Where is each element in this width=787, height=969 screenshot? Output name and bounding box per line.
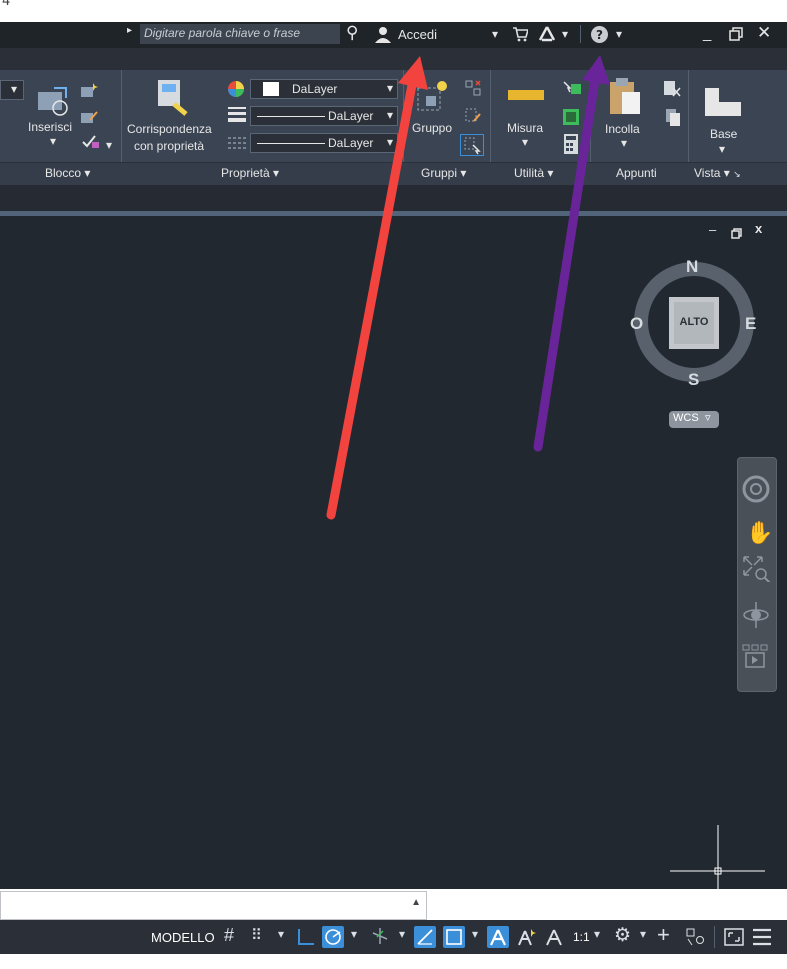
isodraft-dropdown-icon[interactable]: ▾ — [399, 927, 405, 941]
fullscreen-icon[interactable] — [724, 928, 744, 951]
isolate-objects-icon[interactable] — [685, 927, 705, 952]
model-space-button[interactable]: MODELLO — [151, 930, 215, 945]
red-arrow-shaft — [326, 80, 417, 520]
scale-selector[interactable]: 1:1 — [573, 930, 590, 944]
ortho-icon[interactable] — [297, 928, 315, 951]
command-history-icon[interactable]: ▲ — [411, 897, 421, 908]
workspace-gear-icon[interactable]: ⚙ — [614, 924, 631, 947]
command-line-input[interactable]: ▲ — [0, 891, 427, 920]
grid-icon[interactable]: # — [224, 925, 234, 946]
annotation-visibility-icon[interactable] — [487, 926, 509, 948]
customize-menu-icon[interactable] — [752, 927, 772, 952]
purple-arrow-head — [582, 55, 610, 85]
scale-dropdown-icon[interactable]: ▾ — [594, 927, 600, 941]
object-snap-icon[interactable] — [443, 926, 465, 948]
separator — [714, 926, 715, 948]
auto-scale-icon[interactable] — [515, 926, 537, 953]
polar-dropdown-icon[interactable]: ▾ — [351, 927, 357, 941]
snap-dropdown-icon[interactable]: ▾ — [278, 927, 284, 941]
polar-tracking-icon[interactable] — [322, 926, 344, 948]
snap-icon[interactable]: ⠿ — [251, 926, 262, 944]
osnap-dropdown-icon[interactable]: ▾ — [472, 927, 478, 941]
status-bar: MODELLO # ⠿ ▾ ▾ ▾ ▾ 1:1 ▾ ⚙ ▾ + — [0, 920, 787, 954]
annotation-arrows — [326, 55, 610, 520]
purple-arrow-shaft — [533, 75, 600, 452]
object-snap-tracking-icon[interactable] — [414, 926, 436, 948]
annotation-monitor-icon[interactable]: + — [657, 922, 670, 948]
isodraft-icon[interactable] — [371, 927, 389, 950]
annotation-scale-icon[interactable] — [543, 926, 565, 953]
workspace-dropdown-icon[interactable]: ▾ — [640, 927, 646, 941]
red-arrow-head — [398, 56, 428, 90]
